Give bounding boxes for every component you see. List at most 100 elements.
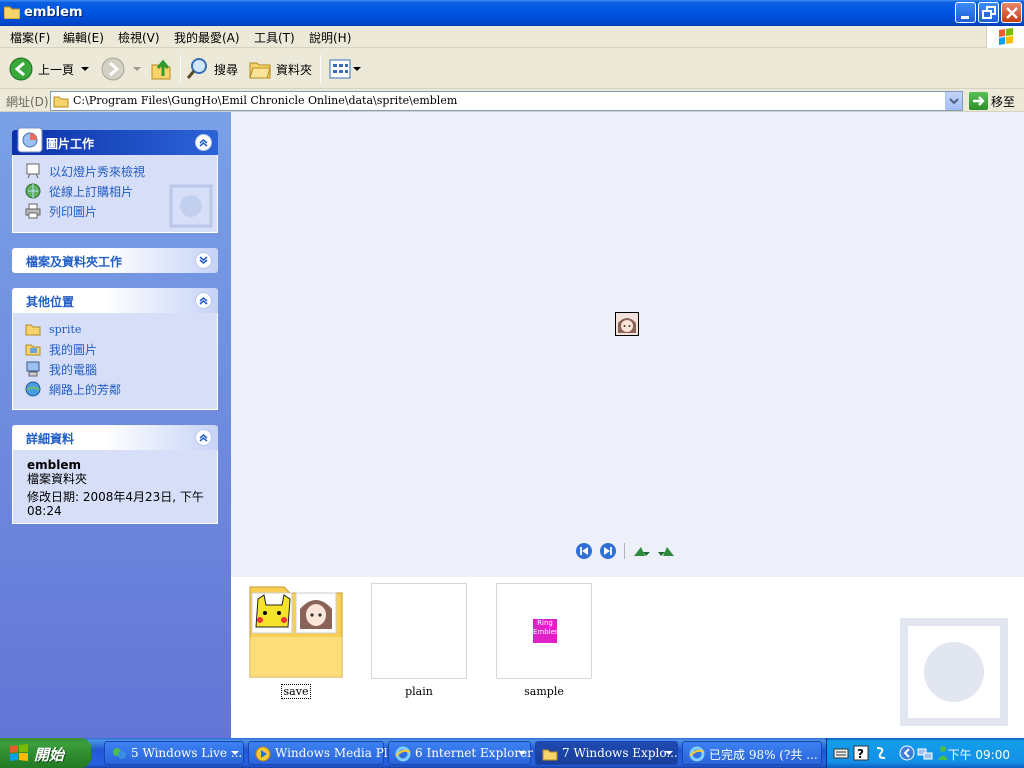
views-icon [329, 59, 351, 79]
up-folder-button[interactable] [148, 55, 174, 83]
place-my-computer[interactable]: 我的電腦 [25, 359, 217, 379]
file-tasks-header[interactable]: 檔案及資料夾工作 [12, 248, 218, 273]
previous-image-button[interactable] [576, 543, 592, 559]
network-icon [25, 381, 41, 397]
back-button[interactable]: 上一頁 [8, 55, 92, 83]
start-button[interactable]: 開始 [0, 738, 91, 768]
chevron-down-icon [665, 751, 673, 755]
collapse-button[interactable] [195, 134, 212, 151]
folder-icon [4, 6, 20, 19]
taskbar: 開始 5 Windows Live ... Windows Media Pl..… [0, 738, 1024, 768]
slideshow-icon [26, 163, 40, 179]
picture-watermark-icon [900, 618, 1008, 726]
rotate-clockwise-icon[interactable] [633, 544, 651, 558]
taskbar-media-player[interactable]: Windows Media Pl... [248, 741, 399, 765]
restore-button[interactable] [978, 2, 999, 23]
details-header[interactable]: 詳細資料 [12, 425, 218, 450]
search-button[interactable]: 搜尋 [186, 55, 238, 83]
clock[interactable]: 下午 09:00 [948, 746, 1010, 763]
chevron-up-icon [199, 434, 208, 442]
menu-view[interactable]: 檢視(V) [118, 29, 160, 46]
go-button[interactable] [969, 92, 988, 110]
toolbar-separator [320, 55, 321, 83]
taskbar-windows-explorer[interactable]: 7 Windows Explo... [535, 741, 678, 765]
collapse-button[interactable] [195, 429, 212, 446]
back-arrow-icon [9, 57, 33, 81]
file-item[interactable]: save [248, 583, 344, 699]
window-title: emblem [24, 5, 83, 20]
details-modified-time: 08:24 [27, 504, 62, 518]
preview-controls [576, 542, 675, 560]
taskbar-download[interactable]: 已完成 98% (?共 ... [682, 741, 822, 765]
folder-icon [25, 324, 41, 336]
next-image-button[interactable] [600, 543, 616, 559]
file-name: save [280, 684, 312, 699]
rotate-counterclockwise-icon[interactable] [657, 544, 675, 558]
go-label[interactable]: 移至 [991, 93, 1015, 110]
folders-icon [249, 62, 271, 79]
messenger-icon [113, 748, 126, 759]
chevron-down-icon [133, 67, 141, 71]
details-group: 詳細資料 emblem 檔案資料夾 修改日期: 2008年4月23日, 下午 0… [12, 425, 218, 524]
picture-tasks-header[interactable]: 圖片工作 [12, 127, 218, 155]
minimize-icon [961, 16, 969, 19]
windows-logo [986, 26, 1024, 48]
filmstrip: save plain Ring Emblem sample [231, 577, 1024, 738]
globe-icon [25, 183, 41, 199]
close-button[interactable] [1001, 2, 1022, 23]
other-places-header[interactable]: 其他位置 [12, 288, 218, 313]
menu-bar: 檔案(F) 編輯(E) 檢視(V) 我的最愛(A) 工具(T) 說明(H) [0, 26, 1024, 48]
collapse-button[interactable] [195, 292, 212, 309]
address-path: C:\Program Files\GungHo\Emil Chronicle O… [73, 94, 458, 107]
expand-button[interactable] [195, 252, 212, 269]
address-label: 網址(D) [6, 95, 49, 109]
folders-button[interactable]: 資料夾 [248, 55, 312, 83]
chevron-down-icon [353, 67, 361, 71]
details-body: emblem 檔案資料夾 修改日期: 2008年4月23日, 下午 08:24 [12, 450, 218, 524]
chevron-down-icon [81, 67, 90, 71]
chevron-up-icon [199, 139, 208, 147]
task-slideshow[interactable]: 以幻燈片秀來檢視 [25, 161, 217, 181]
details-name: emblem [27, 458, 81, 472]
minimize-button[interactable] [955, 2, 976, 23]
menu-help[interactable]: 說明(H) [309, 29, 351, 46]
network-icon[interactable] [917, 745, 933, 761]
internet-explorer-icon [395, 746, 411, 762]
address-dropdown-button[interactable] [945, 92, 962, 110]
chevron-left-icon[interactable] [899, 745, 915, 761]
chevron-down-icon [949, 98, 959, 105]
chevron-down-icon [231, 751, 239, 755]
menu-favorites[interactable]: 我的最愛(A) [174, 29, 240, 46]
image-thumbnail: Ring Emblem [496, 583, 592, 679]
details-modified: 修改日期: 2008年4月23日, 下午 [27, 490, 204, 504]
taskbar-internet-explorer[interactable]: 6 Internet Explorer [388, 741, 533, 765]
views-button[interactable] [328, 55, 362, 83]
menu-edit[interactable]: 編輯(E) [63, 29, 104, 46]
address-input[interactable]: C:\Program Files\GungHo\Emil Chronicle O… [50, 91, 963, 111]
taskbar-windows-live[interactable]: 5 Windows Live ... [104, 741, 244, 765]
details-type: 檔案資料夾 [27, 472, 88, 486]
place-sprite[interactable]: sprite [25, 319, 217, 339]
folder-thumbnail [248, 583, 344, 679]
folder-icon [53, 96, 69, 108]
previous-icon [580, 547, 588, 555]
menu-tools[interactable]: 工具(T) [254, 29, 295, 46]
help-icon[interactable]: ? [853, 745, 869, 761]
input-method-icon[interactable] [873, 745, 889, 761]
title-bar[interactable]: emblem [0, 0, 1024, 26]
place-my-pictures[interactable]: 我的圖片 [25, 339, 217, 359]
search-icon [186, 58, 207, 79]
other-places-body: sprite 我的圖片 我的電腦 網路上的芳鄰 [12, 313, 218, 410]
character-face-icon [616, 313, 638, 335]
address-bar: 網址(D) C:\Program Files\GungHo\Emil Chron… [0, 90, 1024, 112]
file-item[interactable]: plain [371, 583, 467, 698]
keyboard-icon[interactable] [833, 745, 849, 761]
place-network[interactable]: 網路上的芳鄰 [25, 379, 217, 399]
filmstrip-preview[interactable] [231, 112, 1024, 577]
task-pane: 圖片工作 以幻燈片秀來檢視 從線上訂購相片 列印圖片 檔案及資料夾工作 其他位置… [0, 112, 231, 738]
file-item[interactable]: Ring Emblem sample [496, 583, 592, 698]
image-thumbnail [371, 583, 467, 679]
preview-image[interactable] [615, 312, 639, 336]
forward-button[interactable] [100, 55, 144, 83]
menu-file[interactable]: 檔案(F) [10, 29, 50, 46]
